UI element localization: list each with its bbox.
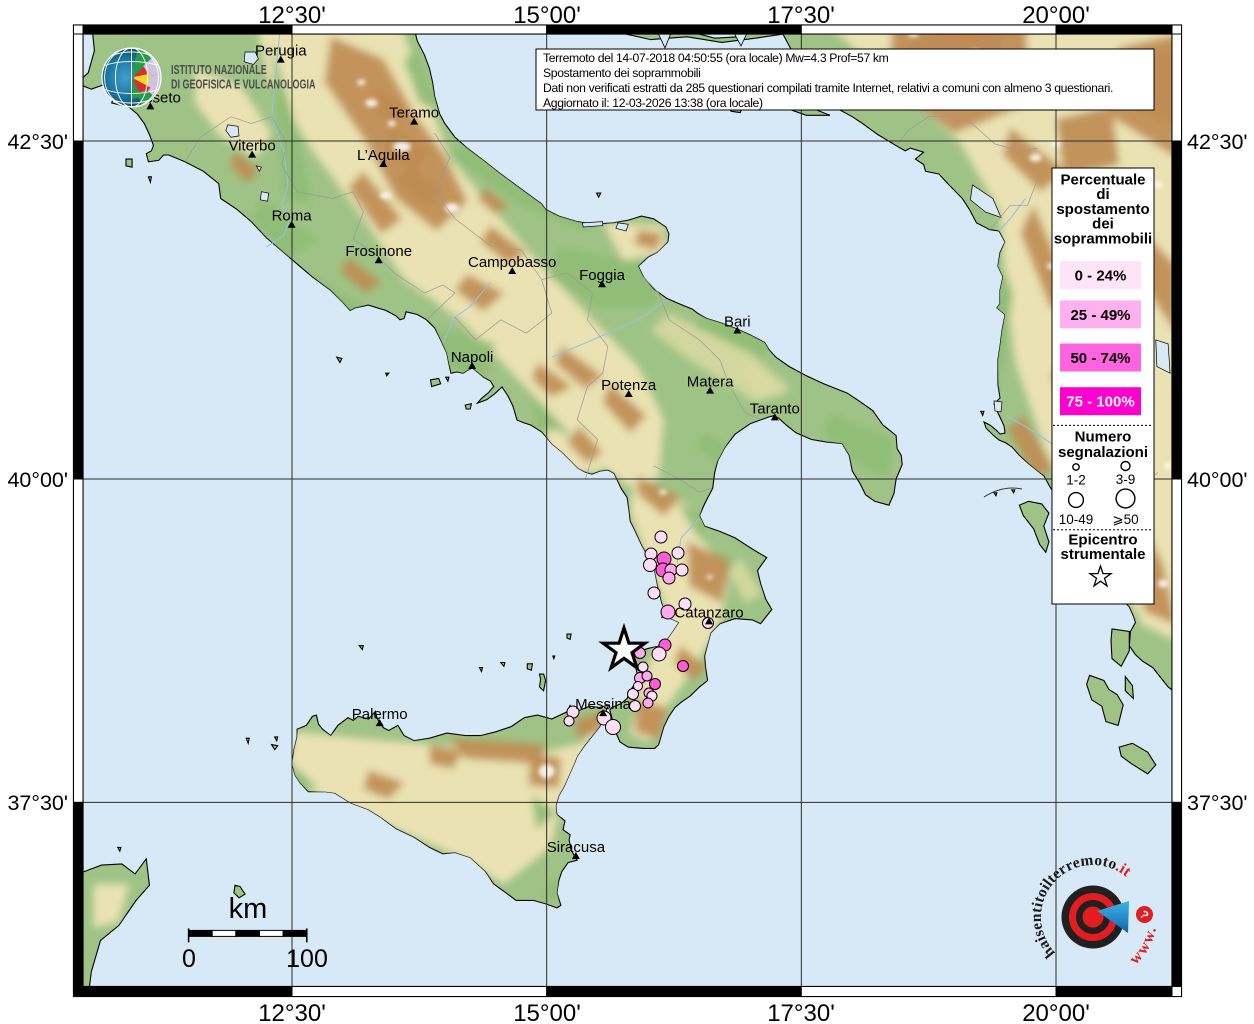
svg-text:20°00': 20°00' bbox=[1022, 1000, 1090, 1024]
svg-text:Messina: Messina bbox=[575, 696, 632, 713]
svg-text:3-9: 3-9 bbox=[1116, 472, 1136, 487]
svg-text:37°30': 37°30' bbox=[7, 791, 68, 815]
svg-text:segnalazioni: segnalazioni bbox=[1058, 444, 1148, 461]
svg-text:L’Aquila: L’Aquila bbox=[357, 147, 410, 164]
svg-text:15°00': 15°00' bbox=[513, 1000, 581, 1024]
svg-text:Foggia: Foggia bbox=[579, 267, 626, 284]
svg-text:⩾50: ⩾50 bbox=[1112, 512, 1138, 527]
svg-text:12°30': 12°30' bbox=[258, 1000, 326, 1024]
svg-text:Catanzaro: Catanzaro bbox=[674, 604, 743, 621]
svg-text:Numero: Numero bbox=[1075, 429, 1132, 446]
svg-text:75 - 100%: 75 - 100% bbox=[1066, 394, 1134, 411]
svg-text:25 - 49%: 25 - 49% bbox=[1070, 307, 1130, 324]
svg-text:Aggiornato il: 12-03-2026 13:3: Aggiornato il: 12-03-2026 13:38 (ora loc… bbox=[543, 96, 763, 110]
svg-text:0 - 24%: 0 - 24% bbox=[1075, 268, 1127, 285]
svg-text:40°00': 40°00' bbox=[1187, 468, 1248, 492]
svg-text:1-2: 1-2 bbox=[1066, 473, 1086, 488]
svg-text:Taranto: Taranto bbox=[750, 400, 800, 417]
svg-text:Roma: Roma bbox=[272, 208, 313, 225]
svg-text:42°30': 42°30' bbox=[1187, 130, 1248, 154]
svg-text:20°00': 20°00' bbox=[1022, 2, 1090, 29]
svg-text:Viterbo: Viterbo bbox=[228, 138, 275, 155]
svg-text:Frosinone: Frosinone bbox=[345, 243, 412, 260]
svg-text:12°30': 12°30' bbox=[258, 2, 326, 29]
svg-text:km: km bbox=[229, 893, 268, 925]
svg-text:Matera: Matera bbox=[687, 374, 734, 391]
svg-text:15°00': 15°00' bbox=[513, 2, 581, 29]
svg-text:17°30': 17°30' bbox=[767, 1000, 835, 1024]
svg-text:50 - 74%: 50 - 74% bbox=[1070, 350, 1130, 367]
svg-text:Palermo: Palermo bbox=[352, 706, 408, 723]
svg-text:Spostamento dei soprammobili: Spostamento dei soprammobili bbox=[543, 66, 701, 80]
svg-text:40°00': 40°00' bbox=[7, 468, 68, 492]
svg-text:soprammobili: soprammobili bbox=[1054, 230, 1152, 247]
svg-text:17°30': 17°30' bbox=[767, 2, 835, 29]
svg-text:Siracusa: Siracusa bbox=[547, 839, 606, 856]
svg-text:Campobasso: Campobasso bbox=[468, 254, 556, 271]
svg-text:42°30': 42°30' bbox=[7, 130, 68, 154]
svg-text:Perugia: Perugia bbox=[255, 43, 307, 60]
svg-text:Napoli: Napoli bbox=[451, 349, 494, 366]
svg-text:37°30': 37°30' bbox=[1187, 791, 1248, 815]
svg-text:Dati non verificati estratti d: Dati non verificati estratti da 285 ques… bbox=[543, 81, 1113, 95]
svg-text:DI GEOFISICA E VULCANOLOGIA: DI GEOFISICA E VULCANOLOGIA bbox=[171, 78, 316, 92]
svg-text:0: 0 bbox=[182, 945, 196, 973]
svg-text:ISTITUTO NAZIONALE: ISTITUTO NAZIONALE bbox=[171, 64, 267, 78]
svg-text:Teramo: Teramo bbox=[389, 105, 439, 122]
svg-text:Potenza: Potenza bbox=[601, 377, 657, 394]
svg-text:strumentale: strumentale bbox=[1060, 546, 1145, 563]
svg-text:100: 100 bbox=[286, 945, 328, 973]
svg-text:Terremoto del 14-07-2018 04:50: Terremoto del 14-07-2018 04:50:55 (ora l… bbox=[543, 51, 889, 65]
svg-text:Bari: Bari bbox=[724, 313, 751, 330]
svg-text:10-49: 10-49 bbox=[1059, 512, 1094, 527]
